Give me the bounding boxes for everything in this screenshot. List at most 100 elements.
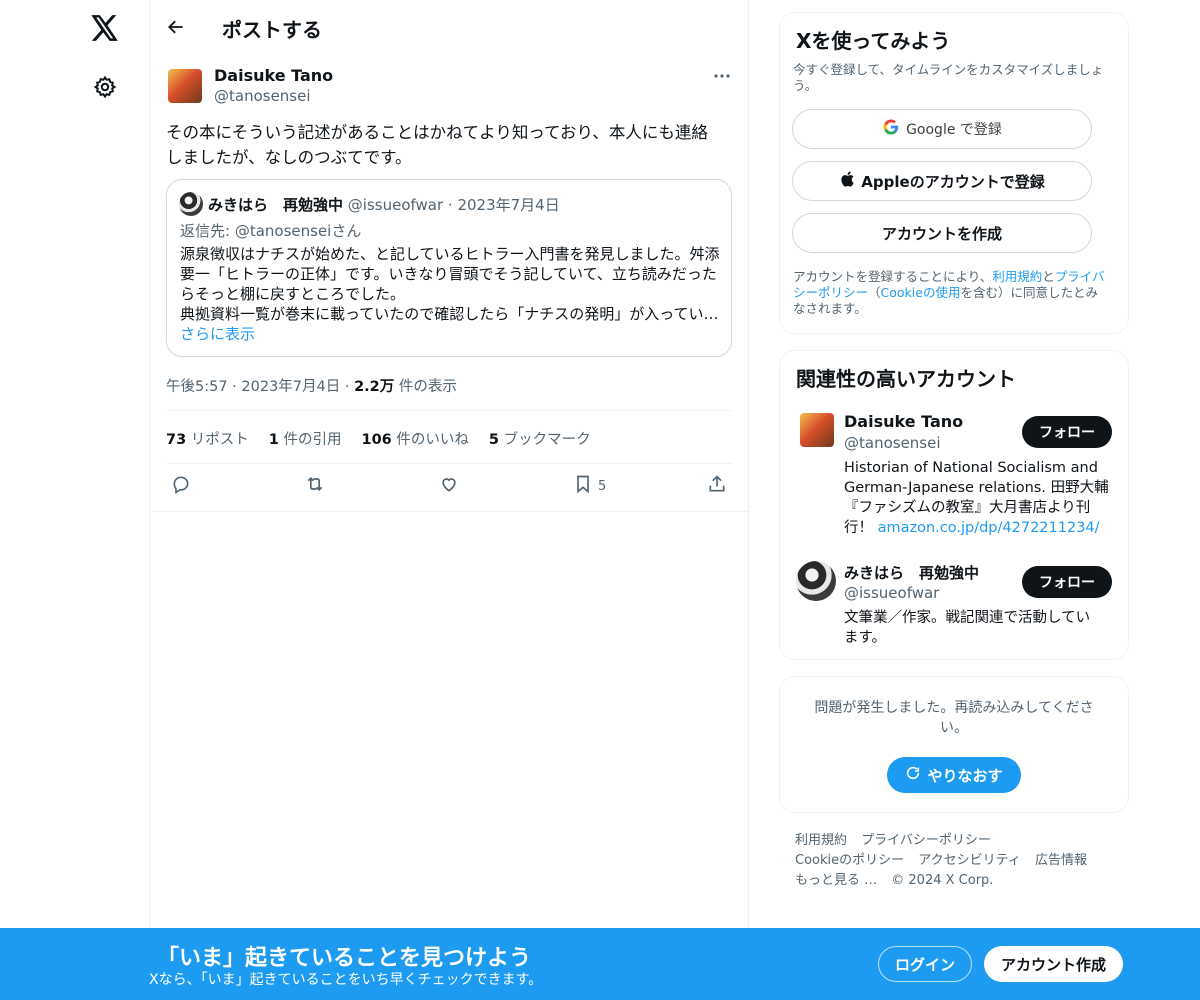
author-handle[interactable]: @tanosensei [214,87,311,105]
bio-line: 文筆業／作家。戦記関連で活動してい [844,610,1091,626]
footer-link[interactable]: アクセシビリティ [918,853,1021,868]
bottom-bar-title: 「いま」起きていることを見つけよう [157,946,532,971]
signup-subtitle-line: 今すぐ登録して、タイムラインをカスタマイズしましょ [793,62,1104,77]
related-name[interactable]: みきはら 再勉強中 [844,562,979,583]
apple-signup-label: Appleのアカウントで登録 [861,172,1045,191]
signup-subtitle-line: う。 [793,78,818,93]
quote-text-line: 要一「ヒトラーの正体」です。いきなり冒頭でそう記していて、立ち読みだった [180,265,717,283]
copyright: © 2024 X Corp. [891,873,994,888]
left-nav [0,0,150,1000]
error-message: 問題が発生しました。再読み込みしてくださ い。 [790,698,1118,738]
refresh-icon [905,765,921,785]
terms-link[interactable]: 利用規約 [992,269,1042,284]
bio-line: ます。 [844,630,887,646]
footer-more-link[interactable]: もっと見る … [795,873,877,888]
quote-author-name: みきはら 再勉強中 [208,196,344,214]
quote-author-handle: @issueofwar [347,196,444,214]
quote-text: 源泉徴収はナチスが始めた、と記しているヒトラー入門書を発見しました。舛添 要一「… [180,244,725,344]
reply-icon[interactable] [171,474,191,494]
signup-button[interactable]: アカウント作成 [984,946,1123,982]
footer-link[interactable]: Cookieのポリシー [795,853,904,868]
footer-link[interactable]: 利用規約 [795,833,847,848]
related-handle[interactable]: @tanosensei [844,434,941,452]
privacy-link[interactable]: シーポリシー [793,285,868,300]
tweet-text: その本にそういう記述があることはかねてより知っており、本人にも連絡 しましたが、… [166,120,736,170]
related-avatar[interactable] [796,561,836,601]
error-line: い。 [940,720,968,736]
footer-link[interactable]: 広告情報 [1035,853,1087,868]
terms-text: を含む）に同意したとみ [960,285,1098,300]
x-logo-icon[interactable] [89,12,121,44]
error-line: 問題が発生しました。再読み込みしてくださ [814,700,1094,716]
bio-line: German-Japanese relations. 田野大輔 [844,480,1109,496]
related-avatar[interactable] [800,413,834,447]
follow-button[interactable]: フォロー [1022,566,1112,598]
quote-text-line: らそっと棚に戻すところでした。 [180,285,406,303]
signup-subtitle: 今すぐ登録して、タイムラインをカスタマイズしましょ う。 [793,62,1123,94]
apple-icon [839,170,855,192]
divider [166,463,732,464]
divider [150,511,749,512]
related-bio: 文筆業／作家。戦記関連で活動してい ます。 [844,608,1114,648]
terms-text: と [1042,269,1055,284]
terms-text: （ [868,285,881,300]
bio-line: Historian of National Socialism and [844,460,1098,476]
footer: 利用規約 プライバシーポリシー Cookieのポリシー アクセシビリティ 広告情… [795,831,1087,891]
back-arrow-icon[interactable] [164,15,188,39]
reply-to: 返信先: @tanosenseiさん [180,222,362,240]
tweet-text-line: その本にそういう記述があることはかねてより知っており、本人にも連絡 [166,123,708,142]
author-name[interactable]: Daisuke Tano [214,66,333,85]
bookmark-icon [574,474,592,498]
repost-icon[interactable] [304,474,326,494]
quote-date: 2023年7月4日 [457,196,560,214]
signup-terms: アカウントを登録することにより、利用規約とプライバ シーポリシー（Cookieの… [793,269,1118,317]
tweet-meta: 午後5:57 · 2023年7月4日 · 2.2万 件の表示 [166,379,457,395]
bookmark-button[interactable]: 5 [574,474,606,498]
apple-signup-button[interactable]: Appleのアカウントで登録 [792,161,1092,201]
like-icon[interactable] [439,474,459,494]
terms-text: アカウントを登録することにより、 [793,269,993,284]
signup-title: Xを使ってみよう [796,29,951,53]
quote-header: みきはら 再勉強中 @issueofwar · 2023年7月4日 [208,196,560,214]
create-account-button[interactable]: アカウントを作成 [792,213,1092,253]
bio-link[interactable]: amazon.co.jp/dp/4272211234/ [878,520,1100,536]
retry-button[interactable]: やりなおす [887,757,1021,793]
share-icon[interactable] [707,474,727,494]
google-icon [882,118,900,140]
stat-quotes[interactable]: 1 件の引用 [269,428,342,449]
stat-reposts[interactable]: 73 リポスト [166,428,249,449]
terms-text: なされます。 [793,301,867,316]
related-title: 関連性の高いアカウント [796,367,1016,391]
privacy-link[interactable]: プライバ [1055,269,1105,284]
related-bio: Historian of National Socialism and Germ… [844,458,1114,538]
stat-likes[interactable]: 106 件のいいね [362,428,469,449]
more-options-icon[interactable] [710,66,734,86]
tweet-stats: 73 リポスト 1 件の引用 106 件のいいね 5 ブックマーク [166,428,591,449]
related-handle[interactable]: @issueofwar [844,584,939,602]
footer-link[interactable]: プライバシーポリシー [861,833,991,848]
quote-text-line: 典拠資料一覧が巻末に載っていたので確認したら「ナチスの発明」が入ってい… [180,305,719,323]
views-count: 2.2万 [354,379,395,395]
tweet-text-line: しましたが、なしのつぶてです。 [166,148,412,167]
show-more-link[interactable]: さらに表示 [180,324,725,344]
tweet-actions: 5 [166,474,732,502]
divider [166,410,732,411]
login-button[interactable]: ログイン [878,946,972,982]
tweet-time[interactable]: 午後5:57 [166,379,228,395]
stat-bookmarks[interactable]: 5 ブックマーク [489,428,591,449]
related-name[interactable]: Daisuke Tano [844,412,963,431]
retry-label: やりなおす [927,766,1003,785]
page-title: ポストする [222,18,322,42]
cookie-link[interactable]: Cookieの使用 [881,285,961,300]
google-signup-label: Google で登録 [906,122,1002,138]
tweet-date[interactable]: 2023年7月4日 [241,379,340,395]
quote-avatar [179,192,203,216]
bookmark-count: 5 [598,478,607,494]
gear-icon[interactable] [91,73,119,101]
bottom-bar-subtitle: Xなら、「いま」起きていることをいち早くチェックできます。 [149,972,543,988]
follow-button[interactable]: フォロー [1022,416,1112,448]
google-signup-button[interactable]: Google で登録 [792,109,1092,149]
views-label: 件の表示 [394,379,457,395]
avatar[interactable] [168,69,202,103]
bio-line: 行！ [844,520,878,536]
